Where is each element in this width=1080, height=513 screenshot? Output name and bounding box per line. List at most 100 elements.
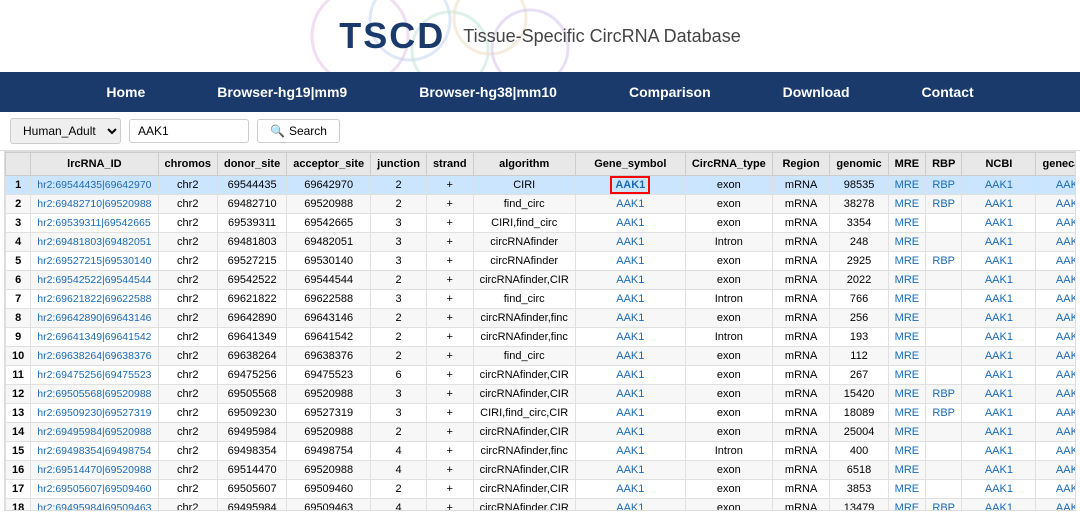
search-input[interactable] bbox=[129, 119, 249, 143]
cell-gene: AAK1 bbox=[575, 309, 685, 328]
col-algorithm: algorithm bbox=[473, 153, 575, 176]
cell-genecards: AAK1 bbox=[1036, 233, 1076, 252]
cell-region: mRNA bbox=[772, 328, 830, 347]
cell-type: exon bbox=[685, 423, 772, 442]
table-row[interactable]: 13hr2:69509230|69527319chr26950923069527… bbox=[6, 404, 1077, 423]
cell-mre: MRE bbox=[888, 328, 925, 347]
cell-junction: 3 bbox=[371, 290, 427, 309]
table-row[interactable]: 15hr2:69498354|69498754chr26949835469498… bbox=[6, 442, 1077, 461]
cell-genecards: AAK1 bbox=[1036, 252, 1076, 271]
cell-strand: + bbox=[426, 233, 473, 252]
cell-ncbi: AAK1 bbox=[962, 271, 1036, 290]
cell-junction: 2 bbox=[371, 271, 427, 290]
cell-region: mRNA bbox=[772, 442, 830, 461]
cell-num: 15 bbox=[6, 442, 31, 461]
table-row[interactable]: 3hr2:69539311|69542665chr269539311695426… bbox=[6, 214, 1077, 233]
cell-donor: 69505568 bbox=[217, 385, 286, 404]
cell-acceptor: 69509463 bbox=[287, 499, 371, 512]
col-num bbox=[6, 153, 31, 176]
cell-ncbi: AAK1 bbox=[962, 499, 1036, 512]
cell-algo: circRNAfinder,CIR bbox=[473, 461, 575, 480]
cell-rbp: RBP bbox=[926, 176, 962, 195]
cell-algo: circRNAfinder,finc bbox=[473, 442, 575, 461]
cell-algo: circRNAfinder,CIR bbox=[473, 480, 575, 499]
site-subtitle: Tissue-Specific CircRNA Database bbox=[463, 26, 740, 47]
cell-algo: find_circ bbox=[473, 290, 575, 309]
cell-ncbi: AAK1 bbox=[962, 404, 1036, 423]
nav-home[interactable]: Home bbox=[70, 72, 181, 112]
cell-mre: MRE bbox=[888, 480, 925, 499]
cell-mre: MRE bbox=[888, 404, 925, 423]
cell-algo: CIRI bbox=[473, 176, 575, 195]
table-row[interactable]: 1hr2:69544435|69642970chr269544435696429… bbox=[6, 176, 1077, 195]
col-gene-symbol: Gene_symbol bbox=[575, 153, 685, 176]
cell-genecards: AAK1 bbox=[1036, 347, 1076, 366]
cell-num: 1 bbox=[6, 176, 31, 195]
cell-acceptor: 69542665 bbox=[287, 214, 371, 233]
nav-browser-hg19[interactable]: Browser-hg19|mm9 bbox=[181, 72, 383, 112]
table-row[interactable]: 10hr2:69638264|69638376chr26963826469638… bbox=[6, 347, 1077, 366]
cell-region: mRNA bbox=[772, 461, 830, 480]
cell-region: mRNA bbox=[772, 499, 830, 512]
table-row[interactable]: 6hr2:69542522|69544544chr269542522695445… bbox=[6, 271, 1077, 290]
cell-id: hr2:69641349|69641542 bbox=[31, 328, 158, 347]
cell-donor: 69495984 bbox=[217, 423, 286, 442]
cell-region: mRNA bbox=[772, 404, 830, 423]
results-table: lrcRNA_ID chromos donor_site acceptor_si… bbox=[5, 152, 1076, 511]
cell-acceptor: 69475523 bbox=[287, 366, 371, 385]
cell-id: hr2:69539311|69542665 bbox=[31, 214, 158, 233]
cell-junction: 3 bbox=[371, 385, 427, 404]
cell-id: hr2:69544435|69642970 bbox=[31, 176, 158, 195]
cell-id: hr2:69475256|69475523 bbox=[31, 366, 158, 385]
table-row[interactable]: 2hr2:69482710|69520988chr269482710695209… bbox=[6, 195, 1077, 214]
table-row[interactable]: 8hr2:69642890|69643146chr269642890696431… bbox=[6, 309, 1077, 328]
cell-id: hr2:69495984|69509463 bbox=[31, 499, 158, 512]
cell-gene: AAK1 bbox=[575, 461, 685, 480]
cell-region: mRNA bbox=[772, 252, 830, 271]
nav-browser-hg38[interactable]: Browser-hg38|mm10 bbox=[383, 72, 593, 112]
nav-contact[interactable]: Contact bbox=[886, 72, 1010, 112]
table-row[interactable]: 7hr2:69621822|69622588chr269621822696225… bbox=[6, 290, 1077, 309]
cell-mre: MRE bbox=[888, 499, 925, 512]
cell-chrom: chr2 bbox=[158, 290, 217, 309]
cell-ncbi: AAK1 bbox=[962, 347, 1036, 366]
cell-strand: + bbox=[426, 385, 473, 404]
cell-rbp: RBP bbox=[926, 385, 962, 404]
cell-chrom: chr2 bbox=[158, 423, 217, 442]
cell-donor: 69475256 bbox=[217, 366, 286, 385]
table-row[interactable]: 11hr2:69475256|69475523chr26947525669475… bbox=[6, 366, 1077, 385]
table-row[interactable]: 12hr2:69505568|69520988chr26950556869520… bbox=[6, 385, 1077, 404]
cell-ncbi: AAK1 bbox=[962, 214, 1036, 233]
cell-chrom: chr2 bbox=[158, 176, 217, 195]
cell-region: mRNA bbox=[772, 309, 830, 328]
cell-strand: + bbox=[426, 195, 473, 214]
cell-algo: CIRI,find_circ,CIR bbox=[473, 404, 575, 423]
table-row[interactable]: 18hr2:69495984|69509463chr26949598469509… bbox=[6, 499, 1077, 512]
site-logo: TSCD bbox=[339, 15, 445, 57]
cell-mre: MRE bbox=[888, 423, 925, 442]
nav-comparison[interactable]: Comparison bbox=[593, 72, 747, 112]
species-select[interactable]: Human_Adult Human_Fetal Mouse_Adult bbox=[10, 118, 121, 144]
search-button[interactable]: 🔍 Search bbox=[257, 119, 340, 143]
header: TSCD Tissue-Specific CircRNA Database bbox=[0, 0, 1080, 72]
cell-genomic: 98535 bbox=[830, 176, 888, 195]
table-row[interactable]: 16hr2:69514470|69520988chr26951447069520… bbox=[6, 461, 1077, 480]
highlighted-gene[interactable]: AAK1 bbox=[610, 176, 650, 194]
cell-mre: MRE bbox=[888, 271, 925, 290]
col-genecards: genecards bbox=[1036, 153, 1076, 176]
cell-strand: + bbox=[426, 271, 473, 290]
cell-junction: 4 bbox=[371, 442, 427, 461]
toolbar: Human_Adult Human_Fetal Mouse_Adult 🔍 Se… bbox=[0, 112, 1080, 151]
cell-strand: + bbox=[426, 309, 473, 328]
nav-download[interactable]: Download bbox=[747, 72, 886, 112]
cell-donor: 69641349 bbox=[217, 328, 286, 347]
cell-num: 10 bbox=[6, 347, 31, 366]
table-row[interactable]: 17hr2:69505607|69509460chr26950560769509… bbox=[6, 480, 1077, 499]
table-row[interactable]: 9hr2:69641349|69641542chr269641349696415… bbox=[6, 328, 1077, 347]
results-table-wrapper[interactable]: lrcRNA_ID chromos donor_site acceptor_si… bbox=[4, 151, 1076, 511]
table-row[interactable]: 14hr2:69495984|69520988chr26949598469520… bbox=[6, 423, 1077, 442]
cell-chrom: chr2 bbox=[158, 404, 217, 423]
cell-rbp bbox=[926, 366, 962, 385]
table-row[interactable]: 4hr2:69481803|69482051chr269481803694820… bbox=[6, 233, 1077, 252]
table-row[interactable]: 5hr2:69527215|69530140chr269527215695301… bbox=[6, 252, 1077, 271]
